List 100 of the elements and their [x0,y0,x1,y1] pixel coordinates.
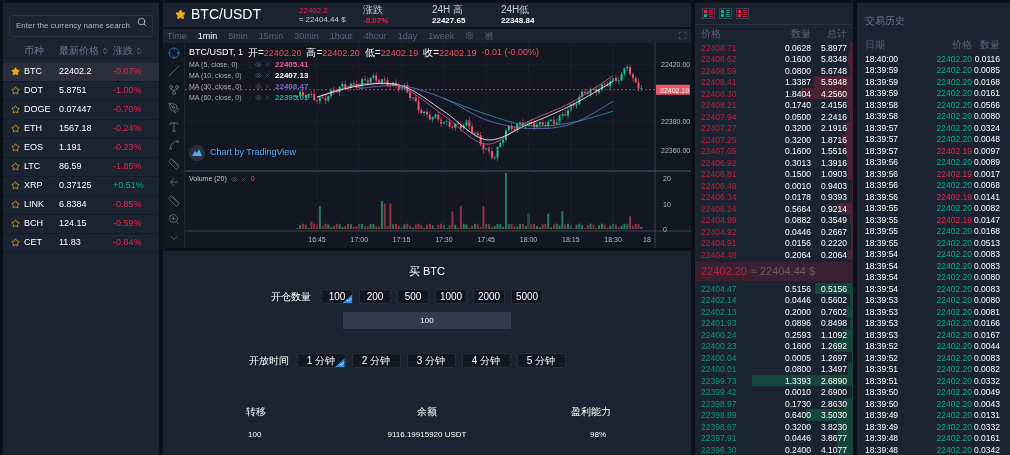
sort-icon[interactable] [135,46,143,55]
eye-icon[interactable] [255,61,262,69]
option-button[interactable]: 2000 [473,289,505,305]
search-field[interactable]: Enter the currency name search [9,14,153,37]
order-row[interactable]: 22398.89 0.6400 3.5030 [695,409,853,421]
candlestick-icon[interactable] [485,31,495,41]
market-row[interactable]: LTC 86.59 -1.85% [3,157,159,177]
pen-icon[interactable] [167,102,180,115]
option-button[interactable]: 5000 [511,289,543,305]
symbol-legend[interactable]: BTC/USDT, 1 [189,47,243,59]
star-icon[interactable] [11,200,20,209]
eye-icon[interactable] [255,72,262,80]
star-icon[interactable] [11,162,20,171]
market-row[interactable]: ETH 1567.18 -0.24% [3,119,159,139]
option-button[interactable]: 200 [359,289,391,305]
order-row[interactable]: 22407.05 0.1600 1.5516 [695,145,853,157]
ruler-icon[interactable] [167,194,180,207]
order-row[interactable]: 22408.62 0.1600 5.8348 [695,53,853,65]
crosshair-icon[interactable] [167,46,180,59]
star-icon[interactable] [11,86,20,95]
market-row[interactable]: XRP 0.37125 +0.51% [3,176,159,196]
market-row[interactable]: EOS 1.191 -0.23% [3,138,159,158]
order-row[interactable]: 22406.48 0.0010 0.9403 [695,179,853,192]
market-row[interactable]: BTC 22402.2 -0.07% [3,62,159,82]
close-icon[interactable] [264,61,271,69]
order-total: 1.5516 [821,145,847,158]
order-row[interactable]: 22408.30 1.8404 4.2560 [695,87,853,100]
order-row[interactable]: 22396.30 0.2400 4.1077 [695,443,853,455]
order-book-view-icon[interactable] [736,8,749,20]
order-row[interactable]: 22407.25 0.3200 1.8716 [695,133,853,146]
option-button[interactable]: 500 [397,289,429,305]
order-row[interactable]: 22400.01 0.0800 1.3497 [695,363,853,375]
option-button[interactable]: 1000 [435,289,467,305]
star-icon[interactable] [11,67,20,76]
order-book-view-icon[interactable] [702,8,715,20]
order-row[interactable]: 22400.24 0.2593 1.1092 [695,328,853,340]
text-icon[interactable] [167,120,180,133]
order-row[interactable]: 22406.34 0.0178 0.9393 [695,191,853,203]
market-row[interactable]: LINK 6.8384 -0.85% [3,195,159,215]
close-icon[interactable] [264,83,271,91]
amount-input[interactable]: 100 [343,312,511,330]
order-row[interactable]: 22406.92 0.3013 1.3916 [695,156,853,169]
curve-icon[interactable] [167,139,180,152]
order-row[interactable]: 22399.42 0.0010 2.6900 [695,386,853,398]
tradingview-link[interactable]: Chart by TradingView [210,146,296,160]
option-button[interactable]: 4 分钟 [461,353,511,369]
order-row[interactable]: 22404.47 0.5156 0.5156 [695,282,853,294]
close-icon[interactable] [239,175,247,183]
settings-icon[interactable] [465,31,475,41]
eye-icon[interactable] [255,94,262,102]
order-row[interactable]: 22404.92 0.0446 0.2667 [695,225,853,238]
option-button[interactable]: 2 分钟 [351,353,401,369]
star-icon[interactable] [11,124,20,133]
line-icon[interactable] [167,65,180,78]
star-icon[interactable] [11,219,20,228]
timeframe-tab[interactable]: 1min [197,29,218,42]
option-button[interactable]: 1 分钟 [296,353,346,369]
option-button[interactable]: 3 分钟 [406,353,456,369]
fullscreen-icon[interactable] [678,31,687,41]
star-icon[interactable] [11,143,20,152]
order-row[interactable]: 22397.91 0.0446 3.8677 [695,432,853,444]
order-row[interactable]: 22408.41 1.3387 5.5948 [695,76,853,88]
star-icon[interactable] [11,105,20,114]
ruler-icon[interactable] [167,157,180,170]
eye-icon[interactable] [230,175,238,183]
close-icon[interactable] [264,94,271,102]
order-row[interactable]: 22404.99 0.0882 0.3549 [695,214,853,226]
star-icon[interactable] [175,9,186,21]
order-row[interactable]: 22408.21 0.1740 2.4156 [695,99,853,111]
market-row[interactable]: BCH 124.15 -0.59% [3,214,159,234]
option-button[interactable]: 5 分钟 [516,353,566,369]
order-row[interactable]: 22398.67 0.3200 3.8230 [695,420,853,432]
order-row[interactable]: 22398.97 0.1730 2.8630 [695,397,853,409]
order-row[interactable]: 22407.27 0.3200 2.1916 [695,122,853,134]
order-row[interactable]: 22408.71 0.0628 5.8977 [695,41,853,54]
market-row[interactable]: CET 11.83 -0.84% [3,233,159,253]
market-row[interactable]: DOT 5.8751 -1.00% [3,81,159,101]
order-book-view-icon[interactable] [719,8,732,20]
order-row[interactable]: 22400.23 0.1600 1.2692 [695,340,853,352]
order-row[interactable]: 22407.94 0.0500 2.2416 [695,110,853,123]
order-row[interactable]: 22400.04 0.0005 1.2697 [695,351,853,363]
order-row[interactable]: 22408.59 0.0800 5.6748 [695,64,853,77]
star-icon[interactable] [11,181,20,190]
order-row[interactable]: 22402.14 0.0446 0.5602 [695,294,853,306]
zoom-in-icon[interactable] [167,213,180,226]
sort-icon[interactable] [101,46,109,55]
market-row[interactable]: DOGE 0.07447 -0.70% [3,100,159,120]
order-row[interactable]: 22404.91 0.0156 0.2220 [695,237,853,249]
close-icon[interactable] [264,72,271,80]
eye-icon[interactable] [255,83,262,91]
order-row[interactable]: 22404.48 0.2064 0.2064 [695,248,853,261]
order-row[interactable]: 22399.73 1.3393 2.6890 [695,374,853,386]
option-button[interactable]: 100 [321,289,353,305]
order-row[interactable]: 22401.93 0.0896 0.8498 [695,317,853,329]
order-row[interactable]: 22406.81 0.1500 1.0903 [695,168,853,180]
order-row[interactable]: 22406.24 0.5664 0.9214 [695,202,853,215]
fork-icon[interactable] [167,83,180,96]
star-icon[interactable] [11,238,20,247]
arrow-left-icon[interactable] [167,176,180,189]
order-row[interactable]: 22402.13 0.2000 0.7602 [695,305,853,317]
